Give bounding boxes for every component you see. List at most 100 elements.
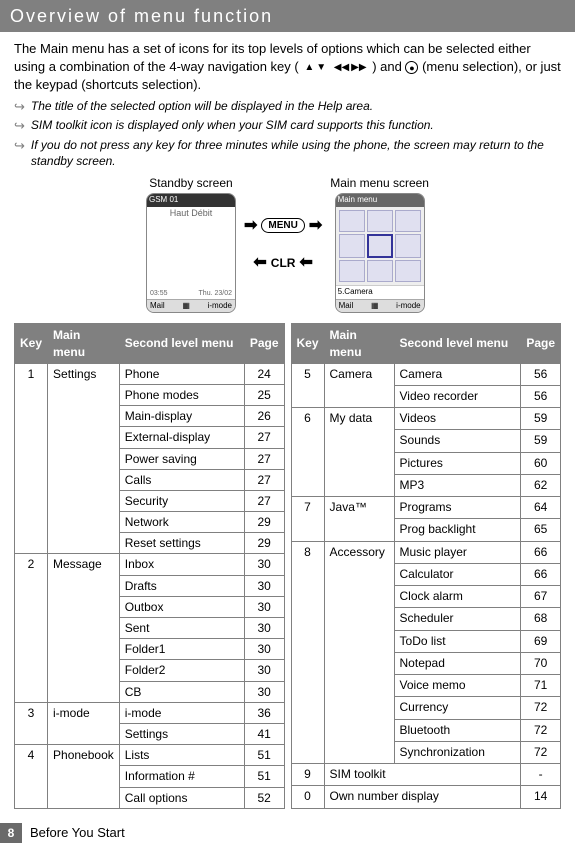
- th-second: Second level menu: [119, 324, 244, 363]
- cell-page: 30: [244, 575, 284, 596]
- cell-main: Camera: [324, 363, 394, 407]
- note-1-text: The title of the selected option will be…: [31, 98, 373, 114]
- cell-page: 72: [521, 741, 561, 763]
- cell-second: Sent: [119, 618, 244, 639]
- cell-page: 66: [521, 541, 561, 563]
- cell-main: Phonebook: [48, 745, 120, 809]
- menu-select-icon: ●: [405, 61, 418, 74]
- cell-second: Security: [119, 490, 244, 511]
- cell-main: Message: [48, 554, 120, 702]
- cell-second: Calls: [119, 469, 244, 490]
- arrow-left-icon: ⬅: [299, 252, 312, 274]
- arrow-right-icon: ➡: [244, 215, 257, 237]
- cell-page: 36: [244, 702, 284, 723]
- cell-page: 27: [244, 448, 284, 469]
- standby-screen: GSM 01 Haut Débit 03:55 Thu. 23/02 Mail …: [146, 193, 236, 313]
- cell-main: i-mode: [48, 702, 120, 744]
- mainmenu-caption: Main menu screen: [330, 175, 429, 191]
- mainmenu-grid: [336, 207, 424, 285]
- cell-main-span: SIM toolkit: [324, 763, 521, 785]
- forward-icon: ▶▶: [351, 61, 366, 75]
- cell-main: My data: [324, 408, 394, 497]
- cell-key: 9: [291, 763, 324, 785]
- mainmenu-title: Main menu: [336, 194, 424, 207]
- sk-center-icon: ▦: [182, 301, 190, 312]
- screens-illustration: Standby screen GSM 01 Haut Débit 03:55 T…: [14, 175, 561, 313]
- cell-second: Folder2: [119, 660, 244, 681]
- menu-table-left: Key Main menu Second level menu Page 1Se…: [14, 323, 285, 808]
- cell-page: 69: [521, 630, 561, 652]
- cell-key: 4: [15, 745, 48, 809]
- cell-key: 1: [15, 363, 48, 554]
- cell-page: 27: [244, 490, 284, 511]
- cell-main: Java™: [324, 497, 394, 541]
- arrow-clr-row: ⬅ CLR ⬅: [253, 252, 312, 274]
- th-main: Main menu: [48, 324, 120, 363]
- down-triangle-icon: ▼: [316, 61, 326, 75]
- intro-text-2: ) and: [372, 59, 405, 74]
- cell-page: 30: [244, 660, 284, 681]
- cell-second: Video recorder: [394, 385, 521, 407]
- sk-imode: i-mode: [208, 301, 232, 312]
- cell-second: Folder1: [119, 639, 244, 660]
- standby-softkeys: Mail ▦ i-mode: [147, 299, 235, 313]
- cell-page: 59: [521, 430, 561, 452]
- cell-second: Sounds: [394, 430, 521, 452]
- cell-second: Power saving: [119, 448, 244, 469]
- cell-second: Notepad: [394, 652, 521, 674]
- cell-key: 2: [15, 554, 48, 702]
- cell-second: Bluetooth: [394, 719, 521, 741]
- page-number-badge: 8: [0, 823, 22, 843]
- arrow-left-icon: ⬅: [253, 252, 266, 274]
- cell-main: Accessory: [324, 541, 394, 763]
- cell-page: 64: [521, 497, 561, 519]
- cell-page: 26: [244, 406, 284, 427]
- cell-key: 6: [291, 408, 324, 497]
- cell-second: Synchronization: [394, 741, 521, 763]
- cell-main-span: Own number display: [324, 786, 521, 808]
- cell-second: Main-display: [119, 406, 244, 427]
- up-triangle-icon: ▲: [304, 61, 314, 75]
- note-icon: ↪: [14, 117, 25, 135]
- cell-page: 68: [521, 608, 561, 630]
- note-icon: ↪: [14, 137, 25, 155]
- cell-page: 30: [244, 639, 284, 660]
- cell-page: 72: [521, 697, 561, 719]
- cell-page: 72: [521, 719, 561, 741]
- th-page: Page: [521, 324, 561, 363]
- standby-date: Thu. 23/02: [199, 289, 232, 298]
- cell-second: Pictures: [394, 452, 521, 474]
- cell-second: MP3: [394, 474, 521, 496]
- cell-page: 30: [244, 618, 284, 639]
- note-3-text: If you do not press any key for three mi…: [31, 137, 561, 169]
- page-footer: 8 Before You Start: [0, 823, 575, 851]
- th-key: Key: [291, 324, 324, 363]
- cell-second: Prog backlight: [394, 519, 521, 541]
- standby-brand: Haut Débit: [170, 207, 213, 219]
- cell-second: ToDo list: [394, 630, 521, 652]
- clr-button-label: CLR: [271, 255, 296, 271]
- cell-page: 66: [521, 563, 561, 585]
- mainmenu-screen: Main menu 5.Camera Mail ▦ i-mode: [335, 193, 425, 313]
- cell-second: Programs: [394, 497, 521, 519]
- cell-page: 25: [244, 384, 284, 405]
- cell-second: Camera: [394, 363, 521, 385]
- intro-paragraph: The Main menu has a set of icons for its…: [14, 40, 561, 93]
- cell-page: 30: [244, 554, 284, 575]
- section-header: Overview of menu function: [0, 0, 575, 32]
- cell-page: 56: [521, 385, 561, 407]
- cell-second: Music player: [394, 541, 521, 563]
- cell-second: Lists: [119, 745, 244, 766]
- footer-section-name: Before You Start: [30, 824, 125, 842]
- cell-page: 29: [244, 533, 284, 554]
- cell-second: CB: [119, 681, 244, 702]
- note-2-text: SIM toolkit icon is displayed only when …: [31, 117, 434, 133]
- cell-page: 27: [244, 427, 284, 448]
- cell-second: Drafts: [119, 575, 244, 596]
- cell-page: 27: [244, 469, 284, 490]
- cell-page: 30: [244, 596, 284, 617]
- cell-page: 59: [521, 408, 561, 430]
- cell-key: 0: [291, 786, 324, 808]
- cell-page: 51: [244, 766, 284, 787]
- cell-page: 56: [521, 363, 561, 385]
